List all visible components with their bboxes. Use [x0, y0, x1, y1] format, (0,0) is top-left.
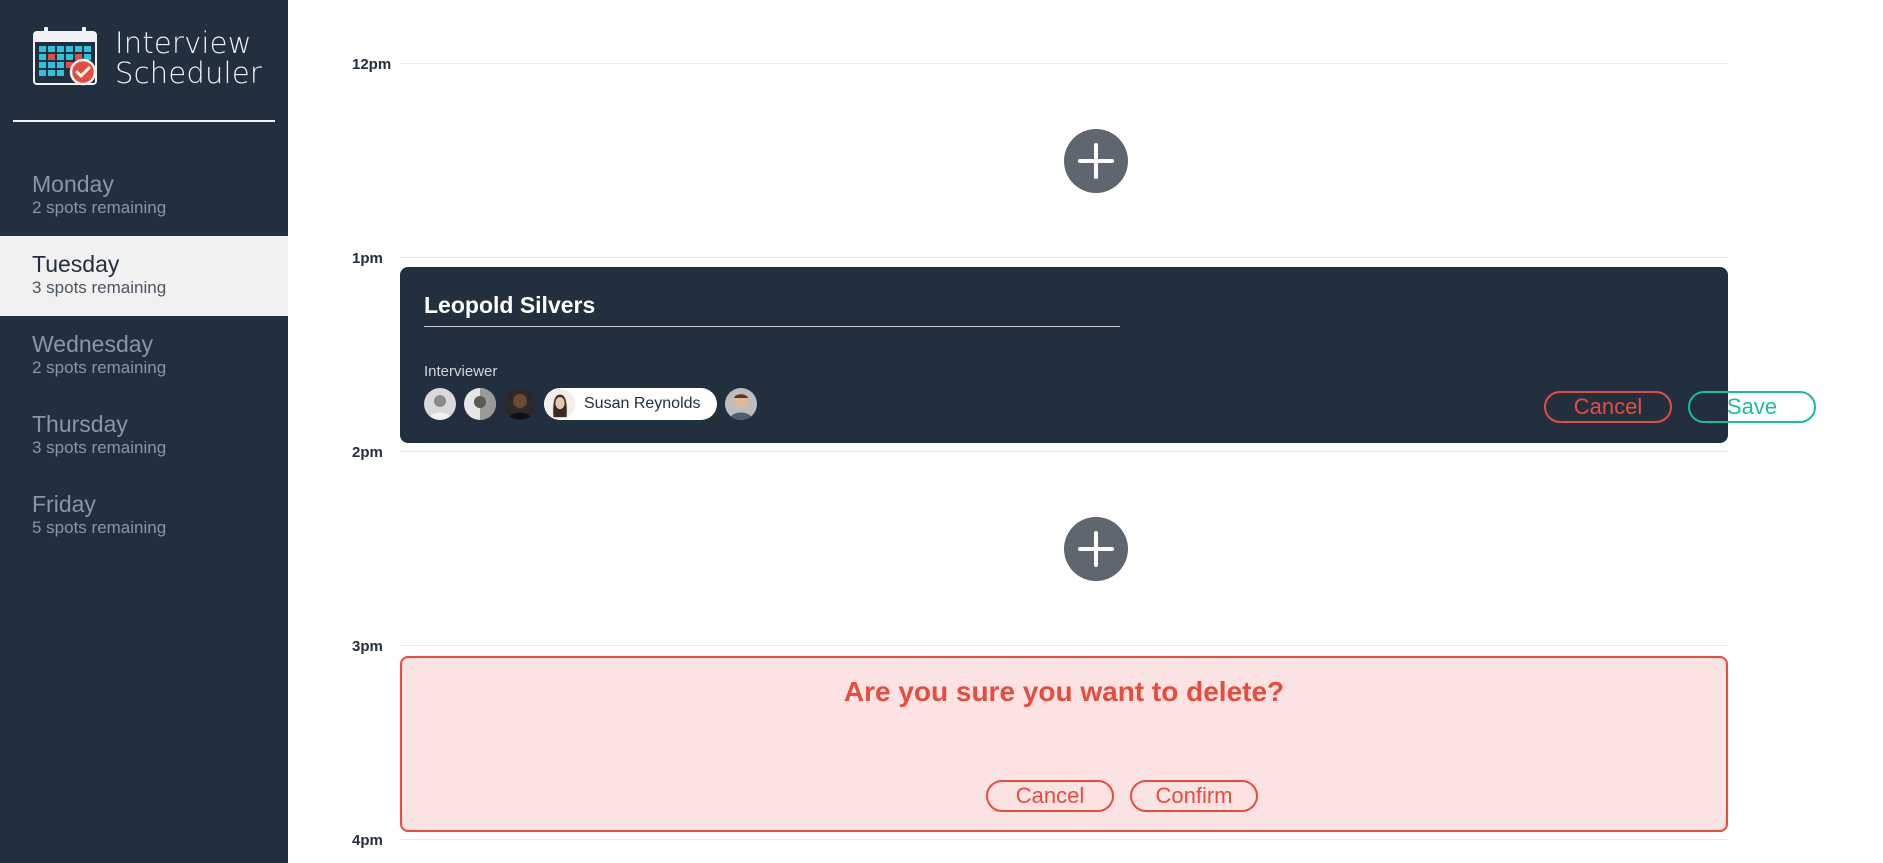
day-name: Tuesday — [32, 251, 120, 277]
interviewer-avatar[interactable] — [424, 388, 456, 420]
hour-divider — [399, 257, 1729, 258]
day-name: Wednesday — [32, 331, 154, 357]
selected-interviewer-name: Susan Reynolds — [584, 395, 701, 412]
hour-divider — [399, 645, 1729, 646]
day-name: Monday — [32, 171, 114, 197]
app-title-line1: Interview — [115, 26, 252, 60]
interviewer-avatar[interactable] — [504, 388, 536, 420]
avatar-photo — [724, 388, 757, 420]
day-name: Friday — [32, 491, 96, 517]
delete-confirmation: Are you sure you want to delete? Cancel … — [400, 656, 1728, 832]
plus-icon — [1078, 531, 1114, 567]
avatar-photo — [424, 388, 456, 420]
confirm-cancel-button[interactable]: Cancel — [986, 780, 1114, 812]
day-name: Thursday — [32, 411, 128, 437]
hour-divider — [399, 839, 1729, 840]
hour-label-1pm: 1pm — [352, 250, 383, 267]
day-item-tuesday[interactable]: Tuesday 3 spots remaining — [0, 236, 288, 316]
interviewer-avatar[interactable] — [464, 388, 496, 420]
appointment-form: Interviewer — [400, 267, 1816, 443]
interviewer-list: Susan Reynolds — [424, 388, 765, 420]
hour-label-3pm: 3pm — [352, 638, 383, 655]
calendar-check-icon — [33, 27, 97, 86]
hour-label-2pm: 2pm — [352, 444, 383, 461]
day-spots: 2 spots remaining — [32, 198, 167, 217]
hour-divider — [399, 63, 1729, 64]
interviewer-label: Interviewer — [424, 363, 498, 380]
schedule: 12pm 1pm Interviewer — [288, 0, 1883, 863]
hour-divider — [399, 451, 1729, 452]
add-appointment-button[interactable] — [1064, 517, 1128, 581]
app-title: Interview Scheduler — [115, 28, 262, 88]
student-name-input[interactable] — [424, 285, 1120, 327]
plus-icon — [1078, 143, 1114, 179]
day-spots: 2 spots remaining — [32, 358, 167, 377]
cancel-button[interactable]: Cancel — [1544, 391, 1672, 423]
day-item-monday[interactable]: Monday 2 spots remaining — [0, 156, 288, 236]
day-item-friday[interactable]: Friday 5 spots remaining — [0, 476, 288, 556]
interviewer-avatar[interactable] — [724, 388, 757, 420]
selected-interviewer[interactable]: Susan Reynolds — [544, 388, 717, 420]
add-appointment-button[interactable] — [1064, 129, 1128, 193]
avatar-photo — [545, 389, 575, 419]
day-item-thursday[interactable]: Thursday 3 spots remaining — [0, 396, 288, 476]
confirm-delete-button[interactable]: Confirm — [1130, 780, 1258, 812]
hour-label-4pm: 4pm — [352, 832, 383, 849]
confirm-message: Are you sure you want to delete? — [843, 676, 1285, 707]
avatar-photo — [464, 388, 496, 420]
interviewer-avatar — [545, 389, 575, 419]
day-spots: 3 spots remaining — [32, 278, 167, 297]
avatar-photo — [504, 388, 536, 420]
day-list: Monday 2 spots remaining Tuesday 3 spots… — [0, 156, 288, 556]
day-spots: 5 spots remaining — [32, 518, 167, 537]
save-button[interactable]: Save — [1688, 391, 1816, 423]
day-spots: 3 spots remaining — [32, 438, 167, 457]
app-title-line2: Scheduler — [115, 56, 262, 90]
sidebar-divider — [13, 120, 275, 122]
brand: Interview Scheduler — [32, 26, 262, 88]
hour-label-12pm: 12pm — [352, 56, 392, 73]
sidebar: Interview Scheduler Monday 2 spots remai… — [0, 0, 288, 863]
day-item-wednesday[interactable]: Wednesday 2 spots remaining — [0, 316, 288, 396]
